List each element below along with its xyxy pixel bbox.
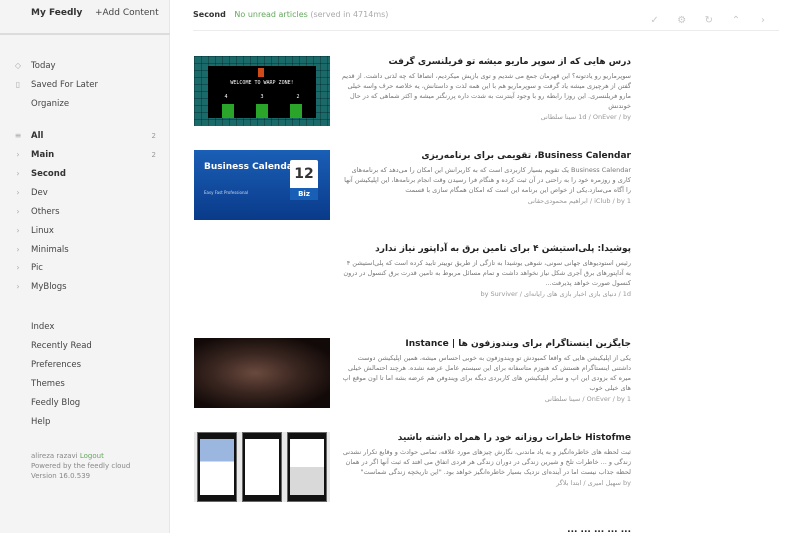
article-summary: ثبت لحظه های خاطره‌انگیز و به یاد ماندنی… [342, 448, 631, 476]
article-meta: 1d / OnEver / by سینا سلطانی [540, 113, 631, 121]
tab-my-feedly[interactable]: My Feedly [31, 8, 82, 18]
sidebar-item-second[interactable]: › Second [0, 166, 170, 184]
thumbnail-numbers: 4 3 2 [224, 94, 300, 100]
article-title[interactable]: درس هایی که از سوپر ماریو میشه تو فریلنس… [341, 56, 631, 68]
check-icon[interactable]: ✓ [648, 14, 662, 28]
thumbnail-title: Business Calendar [204, 162, 298, 172]
article-thumbnail[interactable]: WELCOME TO WARP ZONE! 4 3 2 [194, 56, 330, 126]
sidebar-item-saved[interactable]: ▯ Saved For Later [0, 77, 170, 95]
compass-icon: ◇ [14, 61, 22, 70]
sidebar-item-pic[interactable]: › Pic [0, 260, 170, 278]
served-time: (served in 4714ms) [310, 10, 389, 19]
article-title[interactable]: Business Calendar، تقویمی برای برنامه‌ری… [341, 150, 631, 162]
sidebar-item-themes[interactable]: Themes [0, 376, 170, 394]
sidebar-item-all[interactable]: ≡ All 2 [0, 128, 170, 146]
article-title[interactable]: پوشیدا: پلی‌استیشن ۴ برای تامین برق به آ… [341, 243, 631, 255]
toolbar: ✓ ⚙ ↻ ⌃ › [640, 8, 770, 28]
tab-add-content[interactable]: +Add Content [95, 8, 159, 18]
collapse-icon[interactable]: ⌃ [729, 14, 743, 28]
sidebar-footer: alireza razavi Logout Powered by the fee… [31, 451, 130, 481]
sidebar-divider [0, 33, 170, 35]
article-meta: 1d / دنیای بازی اخبار بازی های رایانه‌ای… [480, 290, 631, 298]
thumbnail-text: WELCOME TO WARP ZONE! [230, 80, 294, 86]
sidebar-item-minimals[interactable]: › Minimals [0, 242, 170, 260]
sidebar-item-organize[interactable]: Organize [0, 96, 170, 114]
pipe-shape [290, 104, 302, 118]
thumbnail-subtitle: Easy Fast Professional [204, 190, 249, 195]
article-title[interactable]: جایگزین اینستاگرام برای ویندوزفون ها | I… [341, 338, 631, 350]
article-title[interactable]: ... ... ... ... ... [341, 524, 631, 533]
article-summary: سوپرماریو رو یادتونه؟ این قهرمان جمع می … [341, 72, 631, 110]
main-content: Second No unread articles (served in 471… [171, 0, 800, 533]
gear-icon[interactable]: ⚙ [675, 14, 689, 28]
chevron-right-icon[interactable]: › [13, 207, 23, 217]
chevron-right-icon[interactable]: › [13, 188, 23, 198]
chevron-right-icon[interactable]: › [756, 14, 770, 28]
article-meta: iClub / by 1 / ابراهیم محمودی‌حقانی [527, 197, 631, 205]
article-thumbnail[interactable] [194, 338, 330, 408]
version-text: Version 16.0.539 [31, 472, 91, 480]
article-summary: رئیس استودیوهای جهانی سونی، شوهی یوشیدا … [343, 259, 631, 287]
header-divider [193, 30, 779, 31]
sidebar-item-today[interactable]: ◇ Today [0, 58, 170, 76]
sidebar: My Feedly +Add Content ◇ Today ▯ Saved F… [0, 0, 170, 533]
chevron-right-icon[interactable]: › [13, 150, 23, 160]
page-title: Second [193, 10, 226, 19]
chevron-right-icon[interactable]: › [13, 245, 23, 255]
pipe-shape [222, 104, 234, 118]
refresh-icon[interactable]: ↻ [702, 14, 716, 28]
article-thumbnail[interactable]: Business Calendar Easy Fast Professional… [194, 150, 330, 220]
sidebar-item-main[interactable]: › Main 2 [0, 147, 170, 165]
unread-status: No unread articles [234, 10, 308, 19]
chevron-right-icon[interactable]: › [13, 169, 23, 179]
page-header: Second No unread articles (served in 471… [193, 10, 388, 19]
sidebar-item-myblogs[interactable]: › MyBlogs [0, 279, 170, 297]
sidebar-item-recently-read[interactable]: Recently Read [0, 338, 170, 356]
logout-link[interactable]: Logout [80, 452, 104, 460]
sidebar-item-help[interactable]: Help [0, 414, 170, 432]
sidebar-tabs: My Feedly +Add Content [0, 8, 170, 24]
user-name: alireza razavi [31, 452, 78, 460]
sidebar-item-index[interactable]: Index [0, 319, 170, 337]
powered-by: Powered by the feedly cloud [31, 462, 131, 470]
chevron-right-icon[interactable]: › [13, 226, 23, 236]
article-thumbnail[interactable] [194, 432, 330, 502]
sidebar-item-others[interactable]: › Others [0, 204, 170, 222]
article-meta: by سهیل امیری / ابتدا بلاگر [556, 479, 631, 487]
sidebar-item-preferences[interactable]: Preferences [0, 357, 170, 375]
bookmark-icon: ▯ [15, 80, 21, 89]
article-meta: OnEver / by 1 / سینا سلطانی [544, 395, 631, 403]
chevron-right-icon[interactable]: › [13, 263, 23, 273]
article-title[interactable]: Histofme خاطرات روزانه خود را همراه داشت… [341, 432, 631, 444]
mario-sprite [258, 68, 264, 77]
sidebar-item-dev[interactable]: › Dev [0, 185, 170, 203]
sidebar-item-feedly-blog[interactable]: Feedly Blog [0, 395, 170, 413]
article-summary: یکی از اپلیکیشن هایی که واقعا کمبودش تو … [342, 354, 631, 392]
sidebar-item-linux[interactable]: › Linux [0, 223, 170, 241]
article-summary: Business Calendar یک تقویم بسیار کاربردی… [344, 166, 631, 194]
chevron-right-icon[interactable]: › [13, 282, 23, 292]
list-icon: ≡ [14, 131, 22, 140]
calendar-icon: 12 Biz [290, 160, 318, 200]
pipe-shape [256, 104, 268, 118]
